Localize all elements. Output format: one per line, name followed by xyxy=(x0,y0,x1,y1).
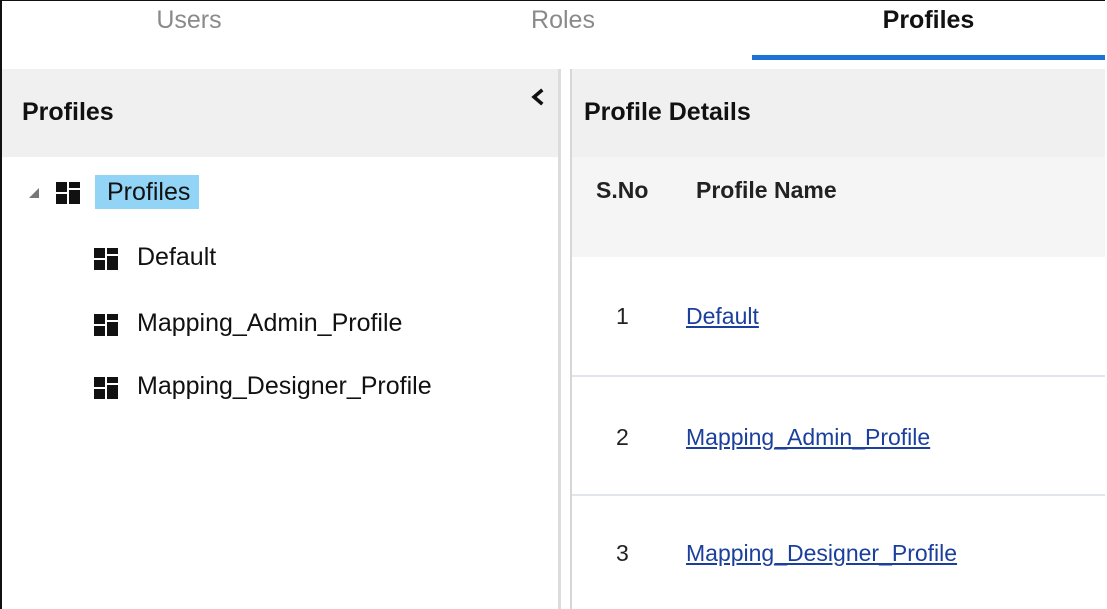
tab-bar: Users Roles Profiles xyxy=(2,1,1105,63)
profile-details-panel: Profile Details S.No Profile Name 1 Defa… xyxy=(572,69,1105,609)
column-header-sno[interactable]: S.No xyxy=(596,177,648,204)
profile-grid-icon xyxy=(94,248,118,270)
tree-item-label: Mapping_Designer_Profile xyxy=(137,372,432,400)
profile-grid-icon xyxy=(94,377,118,399)
profile-name-link[interactable]: Mapping_Designer_Profile xyxy=(686,540,957,567)
table-row: 2 Mapping_Admin_Profile xyxy=(572,377,1105,496)
column-header-profile-name[interactable]: Profile Name xyxy=(696,177,837,204)
profile-details-title: Profile Details xyxy=(584,98,751,126)
table-header-row: S.No Profile Name xyxy=(572,157,1105,257)
profiles-tree-panel: Profiles Profiles Default Mapping_Admin_… xyxy=(2,69,558,609)
profiles-panel-title: Profiles xyxy=(22,98,114,126)
row-sno: 2 xyxy=(616,424,629,450)
table-row: 3 Mapping_Designer_Profile xyxy=(572,496,1105,609)
tree-item-label: Mapping_Admin_Profile xyxy=(137,309,403,337)
profile-name-link[interactable]: Default xyxy=(686,303,759,330)
app-frame: Users Roles Profiles Profiles Profiles D… xyxy=(0,0,1105,609)
profile-grid-icon xyxy=(56,182,80,204)
row-sno: 3 xyxy=(616,540,629,566)
panel-splitter[interactable] xyxy=(558,69,572,609)
tab-roles[interactable]: Roles xyxy=(376,1,750,51)
tree-item-label: Default xyxy=(137,243,217,271)
profile-grid-icon xyxy=(94,314,118,336)
profiles-panel-header: Profiles xyxy=(2,69,558,157)
tab-users[interactable]: Users xyxy=(2,1,376,51)
profile-details-header: Profile Details xyxy=(572,69,1105,157)
chevron-left-icon xyxy=(531,88,544,106)
tree-root-label[interactable]: Profiles xyxy=(95,175,200,209)
tab-profiles[interactable]: Profiles xyxy=(750,1,1105,51)
expanded-triangle-icon[interactable] xyxy=(28,187,40,199)
table-row: 1 Default xyxy=(572,257,1105,377)
row-sno: 1 xyxy=(616,303,629,329)
active-tab-indicator xyxy=(752,55,1105,60)
collapse-panel-button[interactable] xyxy=(527,83,549,111)
profile-name-link[interactable]: Mapping_Admin_Profile xyxy=(686,424,930,451)
